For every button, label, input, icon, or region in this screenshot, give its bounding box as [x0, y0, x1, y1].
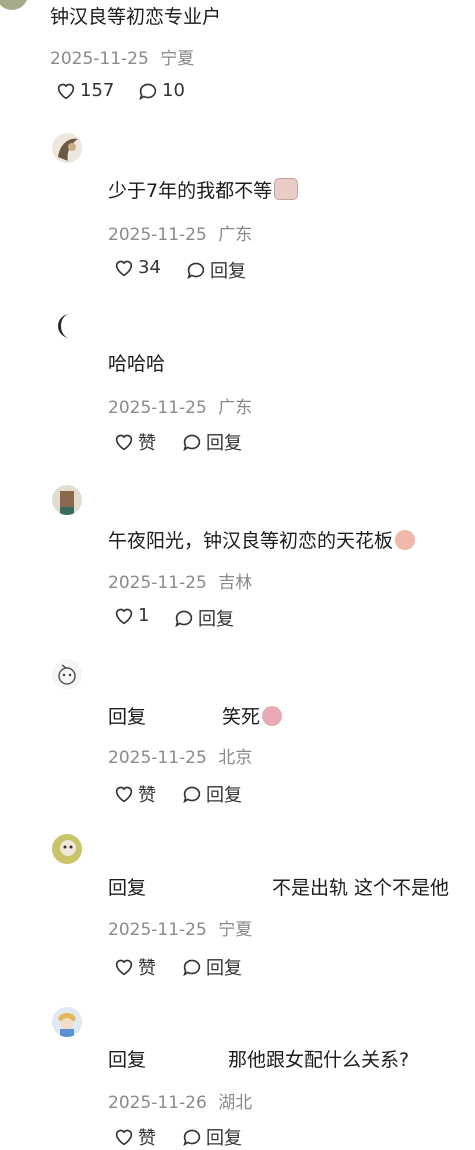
like-count: 1	[138, 605, 150, 626]
avatar[interactable]	[0, 0, 28, 10]
speech-bubble-icon	[187, 262, 205, 279]
comment-meta: 2025-11-25 宁夏	[50, 44, 194, 69]
laughing-face-sticker-icon	[395, 530, 416, 550]
reply-label: 回复	[206, 785, 242, 806]
comment-location: 广东	[218, 225, 253, 245]
comment-date: 2025-11-26	[108, 1093, 207, 1113]
avatar[interactable]	[52, 659, 82, 689]
comment-location: 宁夏	[160, 49, 195, 69]
comment-text: 少于7年的我都不等	[108, 176, 299, 203]
comment-body: 少于7年的我都不等	[108, 180, 273, 202]
reply-button[interactable]: 回复	[182, 954, 242, 980]
avatar[interactable]	[52, 133, 82, 163]
reply-button[interactable]: 10	[138, 80, 185, 101]
reply-prefix[interactable]: 回复	[108, 1045, 146, 1072]
reply-button[interactable]: 回复	[182, 781, 242, 807]
reply-label: 回复	[198, 609, 234, 630]
like-button[interactable]: 34	[114, 257, 161, 278]
speech-bubble-icon	[139, 83, 157, 100]
comment-meta: 2025-11-25 北京	[108, 743, 252, 768]
comment-date: 2025-11-25	[108, 573, 207, 593]
speech-bubble-icon	[183, 434, 201, 451]
reply-button[interactable]: 回复	[182, 429, 242, 455]
reply-label: 回复	[206, 958, 242, 979]
like-label: 赞	[138, 1128, 156, 1149]
comment-date: 2025-11-25	[50, 49, 149, 69]
reply-label: 回复	[206, 1128, 242, 1149]
like-label: 赞	[138, 958, 156, 979]
comment-location: 广东	[218, 398, 253, 418]
like-button[interactable]: 157	[56, 80, 114, 101]
comment-text: 钟汉良等初恋专业户	[50, 6, 222, 28]
comment-location: 湖北	[218, 1093, 253, 1113]
avatar[interactable]	[52, 834, 82, 864]
reply-button[interactable]: 回复	[186, 257, 246, 283]
reply-label: 回复	[210, 261, 246, 282]
reply-button[interactable]: 回复	[182, 1124, 242, 1150]
comment-text: 午夜阳光，钟汉良等初恋的天花板	[108, 526, 416, 553]
speech-bubble-icon	[183, 959, 201, 976]
comment-text: 哈哈哈	[108, 353, 166, 375]
comment-date: 2025-11-25	[108, 225, 207, 245]
like-button[interactable]: 赞	[114, 781, 156, 807]
reply-label: 回复	[206, 433, 242, 454]
heart-icon	[115, 786, 133, 803]
heart-icon	[115, 608, 133, 624]
speech-bubble-icon	[183, 786, 201, 803]
comment-date: 2025-11-25	[108, 748, 207, 768]
comment-location: 北京	[218, 748, 253, 768]
avatar[interactable]	[52, 485, 82, 515]
comment-meta: 2025-11-26 湖北	[108, 1088, 252, 1113]
comment-location: 宁夏	[218, 920, 253, 940]
comment-body: 午夜阳光，钟汉良等初恋的天花板	[108, 530, 394, 552]
heart-icon	[115, 260, 133, 276]
heart-icon	[57, 83, 75, 99]
like-label: 赞	[138, 433, 156, 454]
heart-icon	[115, 1129, 133, 1146]
reply-button[interactable]: 回复	[174, 605, 234, 631]
like-label: 赞	[138, 785, 156, 806]
like-count: 34	[138, 257, 161, 278]
avatar[interactable]	[52, 311, 82, 341]
speech-bubble-icon	[175, 610, 193, 627]
like-button[interactable]: 1	[114, 605, 149, 626]
comment-meta: 2025-11-25 广东	[108, 393, 252, 418]
like-count: 157	[80, 80, 115, 101]
avatar[interactable]	[52, 1007, 82, 1037]
crying-face-sticker-icon	[262, 706, 283, 726]
reply-count: 10	[162, 80, 185, 101]
heart-icon	[115, 434, 133, 451]
like-button[interactable]: 赞	[114, 1124, 156, 1150]
like-button[interactable]: 赞	[114, 954, 156, 980]
comment-meta: 2025-11-25 广东	[108, 220, 252, 245]
reply-prefix[interactable]: 回复	[108, 873, 146, 900]
comment-date: 2025-11-25	[108, 398, 207, 418]
comment-meta: 2025-11-25 宁夏	[108, 915, 252, 940]
reply-prefix[interactable]: 回复	[108, 702, 146, 729]
heart-icon	[115, 959, 133, 976]
comment-text: 笑死	[222, 702, 283, 729]
comment-text: 不是出轨 这个不是他	[272, 877, 450, 899]
comment-meta: 2025-11-25 吉林	[108, 568, 252, 593]
cat-sunglasses-sticker-icon	[274, 178, 299, 200]
comment-text: 那他跟女配什么关系?	[228, 1049, 410, 1071]
like-button[interactable]: 赞	[114, 429, 156, 455]
comment-date: 2025-11-25	[108, 920, 207, 940]
comment-location: 吉林	[218, 573, 253, 593]
comment-body: 笑死	[222, 706, 261, 728]
speech-bubble-icon	[183, 1129, 201, 1146]
